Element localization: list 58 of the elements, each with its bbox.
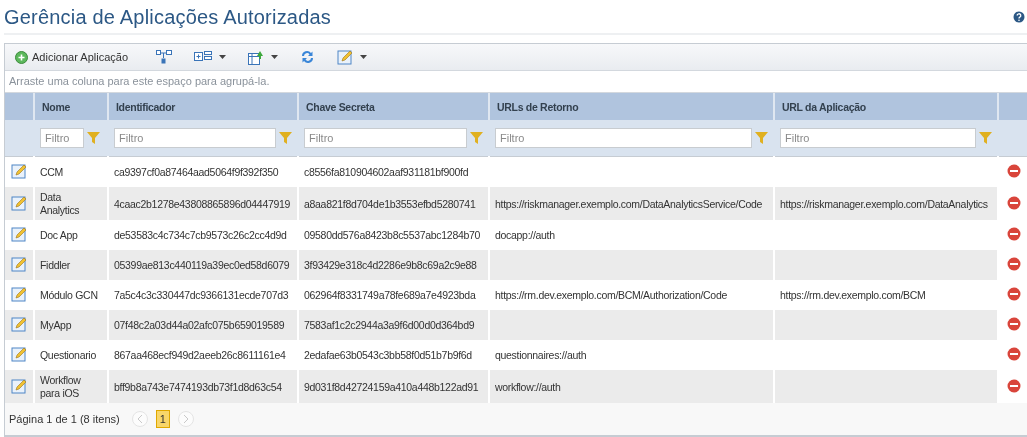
pager-summary: Página 1 de 1 (8 itens) (9, 413, 120, 425)
column-header[interactable]: URL da Aplicação (774, 93, 998, 120)
return-url-text: docapp://auth (495, 229, 555, 241)
filter-field[interactable]: Filtro (495, 128, 752, 148)
edit-icon[interactable] (337, 49, 353, 65)
column-header[interactable]: URLs de Retorno (489, 93, 774, 120)
page-button[interactable]: 1 (155, 410, 170, 428)
table-row[interactable]: CCM ca9397cf0a87464aad5064f9f392f350 c8556fa810904602aaf931181bf900fd (5, 156, 1027, 187)
filter-field[interactable]: Filtro (780, 128, 976, 148)
delete-icon[interactable] (1006, 378, 1021, 393)
edit-tool-button[interactable] (337, 47, 367, 67)
filter-field[interactable]: Filtro (40, 128, 84, 148)
delete-icon[interactable] (1006, 227, 1021, 241)
caret-icon (271, 55, 278, 59)
column-header[interactable]: Nome (34, 93, 108, 120)
edit-row-icon[interactable] (11, 163, 27, 179)
filter-icon[interactable] (279, 132, 292, 144)
edit-row-icon[interactable] (11, 286, 27, 302)
filter-icon[interactable] (979, 132, 992, 144)
app-url-text: https://riskmanager.exemplo.com/DataAnalytics (780, 197, 988, 210)
return-url-text: questionnaires://auth (495, 349, 587, 361)
page-title: Gerência de Aplicações Autorizadas (4, 5, 331, 29)
add-application-button[interactable]: Adicionar Aplicação (15, 50, 134, 64)
help-icon[interactable] (1013, 11, 1025, 24)
hierarchy-tool-button[interactable] (156, 47, 172, 67)
refresh-icon (300, 50, 315, 64)
column-header[interactable]: Chave Secreta (298, 93, 489, 120)
edit-row-icon[interactable] (11, 256, 27, 272)
columns-icon (194, 51, 212, 63)
filter-icon[interactable] (755, 132, 768, 144)
filter-icon[interactable] (470, 132, 483, 144)
delete-icon[interactable] (1006, 287, 1021, 301)
app-url-text: https://rm.dev.exemplo.com/BCM (780, 289, 926, 301)
chevron-left-icon (136, 415, 143, 423)
hierarchy-icon (156, 50, 172, 64)
delete-icon[interactable] (1006, 317, 1021, 331)
return-url-text: https://rm.dev.exemplo.com/BCM/Authorization/Code (495, 289, 727, 301)
filter-icon[interactable] (87, 132, 100, 144)
return-url-text: https://riskmanager.exemplo.com/DataAnalyticsService/Code (495, 197, 763, 210)
edit-row-icon[interactable] (11, 226, 27, 242)
edit-row-icon[interactable] (11, 377, 27, 394)
column-header[interactable]: Identificador (108, 93, 298, 120)
delete-icon[interactable] (1006, 257, 1021, 271)
return-url-text: workflow://auth (495, 380, 561, 393)
header-cell (5, 93, 34, 120)
filter-field[interactable]: Filtro (304, 128, 467, 148)
caret-icon (219, 55, 226, 59)
export-icon (248, 49, 264, 65)
edit-row-icon[interactable] (11, 346, 27, 362)
chevron-right-icon (182, 415, 189, 423)
delete-icon[interactable] (1006, 195, 1021, 210)
delete-icon[interactable] (1006, 347, 1021, 361)
delete-icon[interactable] (1006, 164, 1021, 178)
add-icon (15, 50, 28, 64)
edit-row-icon[interactable] (11, 316, 27, 332)
caret-icon (360, 55, 367, 59)
filter-field[interactable]: Filtro (114, 128, 276, 148)
edit-row-icon[interactable] (11, 194, 27, 211)
